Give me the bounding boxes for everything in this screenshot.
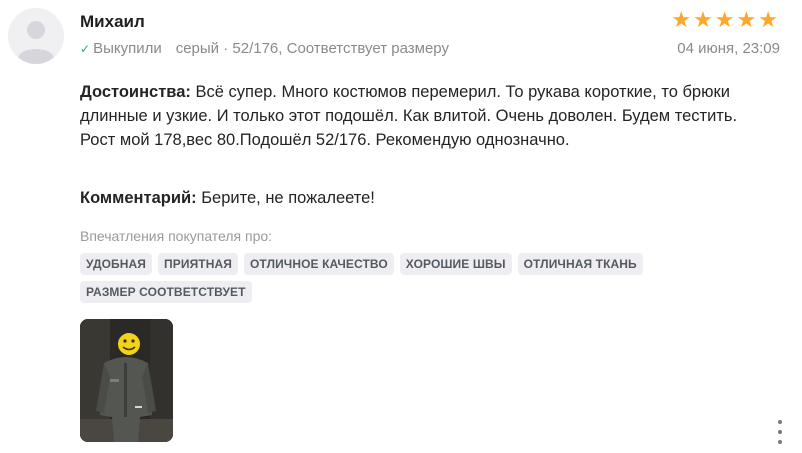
star-icon: ★: [693, 7, 713, 32]
impression-tag: Приятная: [158, 253, 238, 275]
impression-tag: Отличное качество: [244, 253, 394, 275]
checkmark-icon: ✓: [80, 42, 91, 56]
comment-text: Берите, не пожалеете!: [201, 189, 375, 207]
rating-stars: ★ ★ ★ ★ ★: [671, 8, 778, 32]
star-icon: ★: [714, 7, 735, 32]
smiley-face-icon: [118, 333, 140, 355]
impression-tag: Хорошие швы: [399, 253, 512, 275]
star-icon: ★: [758, 7, 778, 32]
impression-tag: Отличная ткань: [517, 253, 643, 275]
review-comment: Комментарий: Берите, не пожалеете!: [80, 186, 375, 210]
review-meta: ✓ Выкупили серый · 52/176, Соответствует р…: [80, 40, 449, 57]
variant-info: серый · 52/176, Соответствует размеру: [175, 40, 449, 57]
comment-label: Комментарий:: [80, 189, 197, 207]
verified-purchase-label: Выкупили: [93, 40, 162, 57]
pros-label: Достоинства:: [80, 83, 191, 101]
impression-tag: Удобная: [80, 253, 153, 275]
avatar: [8, 8, 64, 64]
review-date: 04 июня, 23:09: [677, 40, 780, 57]
star-icon: ★: [671, 7, 692, 32]
user-avatar-placeholder-icon: [18, 21, 54, 64]
impression-tag: Размер соответствует: [80, 281, 252, 303]
star-icon: ★: [736, 7, 757, 32]
review-pros: Достоинства: Всё супер. Много костюмов п…: [80, 80, 740, 152]
review-photo[interactable]: [80, 319, 173, 442]
impressions-label: Впечатления покупателя про:: [80, 228, 273, 244]
author-name[interactable]: Михаил: [80, 12, 145, 32]
impression-tags: Удобная Приятная Отличное качество Хорош…: [80, 253, 700, 303]
more-vertical-icon[interactable]: [776, 420, 784, 444]
